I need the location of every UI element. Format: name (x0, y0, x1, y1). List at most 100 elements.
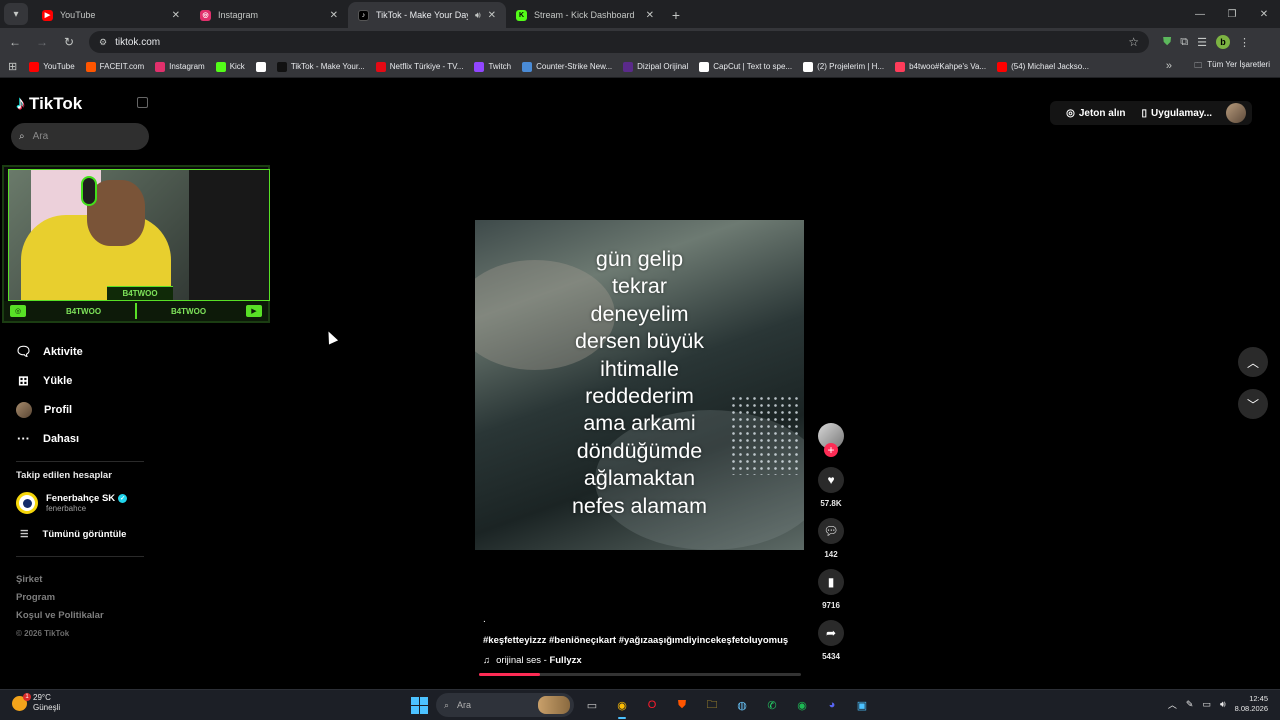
minimize-icon[interactable]: — (1184, 0, 1216, 28)
bookmark-favicon-icon (803, 61, 814, 72)
chevron-down-icon[interactable]: ﹀ (1238, 389, 1268, 419)
volume-icon[interactable]: 🔊︎ (1220, 699, 1226, 710)
clock[interactable]: 12:45 8.08.2026 (1235, 694, 1268, 714)
share-action[interactable]: ➦ 5434 (817, 620, 845, 661)
follow-plus-icon[interactable]: + (824, 443, 838, 457)
bookmark-item[interactable]: CapCut | Text to spe... (699, 61, 792, 72)
tiktok-logo[interactable]: ♪ TikTok (16, 93, 82, 114)
comment-action[interactable]: 💬︎ 142 (817, 518, 845, 559)
see-all-button[interactable]: ☰ Tümünü görüntüle (20, 529, 126, 540)
close-icon[interactable]: ✕ (172, 10, 180, 21)
following-account[interactable]: Fenerbahçe SK ✓ fenerbahce (16, 492, 128, 514)
tab-search-button[interactable]: ▾ (4, 3, 28, 25)
taskbar-search-input[interactable]: ⌕ Ara (436, 693, 574, 717)
search-input[interactable]: ⌕ Ara (11, 123, 149, 150)
bookmark-item[interactable] (255, 61, 266, 72)
shield-app-icon[interactable]: ⛊ (670, 693, 694, 717)
bookmark-item[interactable]: YouTube (29, 61, 75, 72)
footer-link[interactable]: Şirket (16, 571, 104, 589)
opera-icon[interactable]: O (640, 693, 664, 717)
all-bookmarks-folder[interactable]: 🗀︎ Tüm Yer İşaretleri (1194, 60, 1270, 74)
chrome-icon[interactable]: ◉ (610, 693, 634, 719)
footer-link[interactable]: Program (16, 589, 104, 607)
video-player[interactable]: gün gelip tekrar deneyelim dersen büyük ihti… (475, 220, 804, 550)
sound-author: Fullyzx (549, 655, 582, 666)
bookmark-item[interactable]: Netflix Türkiye - TV... (375, 61, 463, 72)
save-action[interactable]: ▮ 9716 (817, 569, 845, 610)
bookmark-item[interactable]: Dizipal Orijinal (623, 61, 688, 72)
url-input[interactable]: ⚙ tiktok.com ☆ (89, 31, 1149, 53)
close-icon[interactable]: ✕ (646, 10, 654, 21)
bookmark-item[interactable]: Kick (215, 61, 245, 72)
share-icon[interactable]: ➦ (818, 620, 844, 646)
steam-icon[interactable]: ◍ (730, 693, 754, 717)
sidebar-item-label: Aktivite (43, 345, 83, 358)
bookmark-item[interactable]: b4twoo#Kahpe's Va... (895, 61, 986, 72)
pen-icon[interactable]: ✎ (1186, 699, 1194, 710)
bookmark-favicon-icon (997, 61, 1008, 72)
chevron-up-icon[interactable]: ︿ (1238, 347, 1268, 377)
weather-widget[interactable]: 1 29°C Güneşli (12, 692, 60, 713)
reload-icon[interactable]: ↻ (57, 30, 81, 54)
speaker-icon[interactable]: 🔊︎ (475, 10, 481, 21)
sidebar-collapse-icon[interactable] (137, 97, 148, 108)
bookmark-item[interactable]: TikTok - Make Your... (276, 61, 365, 72)
close-window-icon[interactable]: ✕ (1248, 0, 1280, 28)
tray-overflow-icon[interactable]: ︿ (1168, 698, 1177, 711)
restore-icon[interactable]: ❐ (1216, 0, 1248, 28)
bookmark-star-icon[interactable]: ☆ (1128, 35, 1139, 49)
comment-icon[interactable]: 💬︎ (818, 518, 844, 544)
bookmark-item[interactable]: Twitch (474, 61, 511, 72)
windows-start-icon[interactable] (408, 694, 430, 716)
bookmark-label: FACEIT.com (99, 62, 145, 71)
footer-link[interactable]: Koşul ve Politikalar (16, 607, 104, 625)
back-icon[interactable]: ← (3, 30, 27, 54)
bookmark-item[interactable]: (54) Michael Jackso... (997, 61, 1089, 72)
discord-icon[interactable]: ◕ (820, 693, 844, 717)
tab-title: YouTube (60, 10, 96, 20)
tab-youtube[interactable]: ▶ YouTube ✕ (32, 2, 190, 28)
like-action[interactable]: ♥ 57.8K (817, 467, 845, 508)
bookmark-item[interactable]: (2) Projelerim | H... (803, 61, 884, 72)
tab-instagram[interactable]: ◎ Instagram ✕ (190, 2, 348, 28)
store-icon[interactable]: ▣ (850, 693, 874, 717)
close-icon[interactable]: ✕ (488, 10, 496, 21)
apps-grid-icon[interactable]: ⊞ (8, 60, 17, 73)
new-tab-button[interactable]: + (664, 2, 688, 28)
video-sound[interactable]: ♫ orijinal ses - Fullyzx (483, 655, 582, 666)
bookmark-item[interactable]: Counter-Strike New... (522, 61, 612, 72)
shield-extension-icon[interactable]: ⛊ (1163, 36, 1171, 49)
heart-icon[interactable]: ♥ (818, 467, 844, 493)
bookmark-item[interactable]: FACEIT.com (85, 61, 145, 72)
user-avatar[interactable] (1226, 103, 1246, 123)
get-app-button[interactable]: ▯ Uygulamay... (1134, 101, 1220, 125)
see-all-label: Tümünü görüntüle (42, 529, 127, 540)
tab-tiktok[interactable]: ♪ TikTok - Make Your Day 🔊︎ ✕ (348, 2, 506, 28)
file-explorer-icon[interactable]: 🗀︎ (700, 693, 724, 717)
media-control-icon[interactable]: ☰ (1197, 36, 1207, 49)
bookmark-item[interactable]: Instagram (155, 61, 205, 72)
spotify-icon[interactable]: ◉ (790, 693, 814, 717)
close-icon[interactable]: ✕ (330, 10, 338, 21)
get-coins-button[interactable]: ◎ Jeton alın (1058, 101, 1133, 125)
display-icon[interactable]: ▭ (1202, 699, 1211, 710)
video-hashtags[interactable]: #keşfetteyizzz #beniöneçıkart #yağızaaşı… (483, 635, 788, 646)
tab-kick[interactable]: K Stream - Kick Dashboard ✕ (506, 2, 664, 28)
taskbar-apps: ⌕ Ara ▭ ◉ O ⛊ 🗀︎ ◍ ✆ ◉ ◕ ▣ (408, 693, 874, 719)
forward-icon[interactable]: → (30, 30, 54, 54)
sidebar-item-upload[interactable]: ⊞ Yükle (16, 366, 156, 395)
menu-kebab-icon[interactable]: ⋮ (1239, 36, 1250, 49)
all-bookmarks-label: Tüm Yer İşaretleri (1207, 60, 1270, 69)
profile-avatar[interactable]: b (1215, 35, 1230, 49)
sidebar-item-activity[interactable]: 🗨︎ Aktivite (15, 337, 156, 366)
weather-temp: 29°C (33, 693, 51, 702)
task-view-icon[interactable]: ▭ (580, 693, 604, 717)
sidebar-item-profile[interactable]: Profil (16, 395, 156, 424)
extensions-icon[interactable]: ⧉ (1180, 36, 1188, 49)
more-bookmarks-icon[interactable]: » (1166, 60, 1172, 72)
whatsapp-icon[interactable]: ✆ (760, 693, 784, 717)
bookmark-icon[interactable]: ▮ (818, 569, 844, 595)
sidebar-item-more[interactable]: ··· Dahası (16, 424, 156, 453)
site-info-icon[interactable]: ⚙ (99, 37, 107, 48)
video-progress-bar[interactable] (479, 673, 801, 676)
